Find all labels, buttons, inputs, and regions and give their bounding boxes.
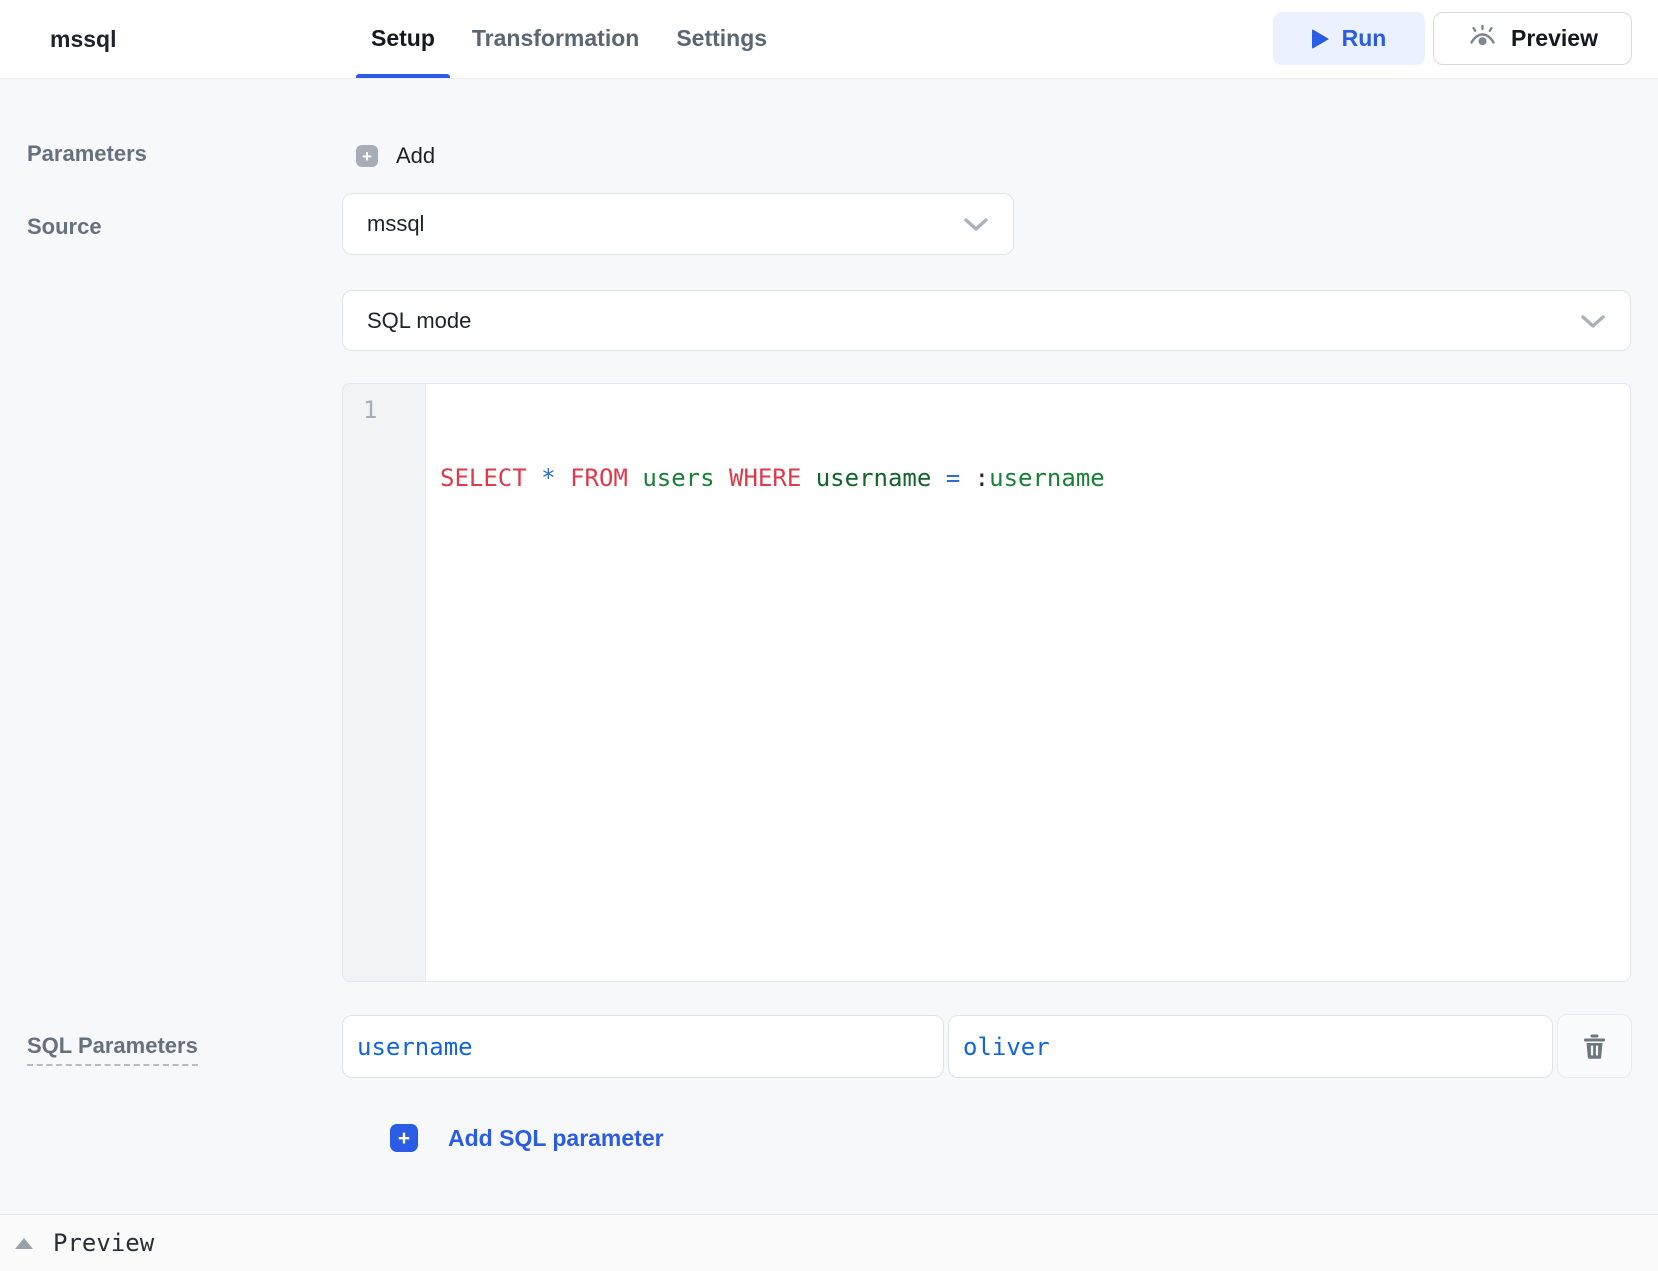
- run-button[interactable]: Run: [1273, 12, 1425, 65]
- add-parameter-label: Add: [396, 143, 435, 169]
- plus-icon: +: [390, 1124, 418, 1152]
- header-actions: Run Preview: [1273, 12, 1632, 65]
- chevron-down-icon: [1580, 313, 1606, 329]
- query-title: mssql: [50, 0, 116, 78]
- code-line: SELECT * FROM users WHERE username = :us…: [440, 461, 1630, 495]
- run-button-label: Run: [1342, 25, 1387, 52]
- tab-settings[interactable]: Settings: [661, 0, 782, 78]
- editor-gutter: 1: [343, 384, 426, 981]
- add-parameter-button[interactable]: + Add: [356, 143, 435, 169]
- code-area[interactable]: SELECT * FROM users WHERE username = :us…: [426, 384, 1630, 981]
- sql-mode-select-value: SQL mode: [367, 308, 471, 334]
- source-select[interactable]: mssql: [342, 193, 1014, 255]
- collapse-triangle-icon: [15, 1238, 33, 1249]
- source-label: Source: [27, 214, 102, 240]
- add-sql-parameter-label: Add SQL parameter: [448, 1125, 664, 1152]
- play-icon: [1312, 29, 1329, 49]
- header: mssql Setup Transformation Settings Run …: [0, 0, 1658, 79]
- sql-param-value-input[interactable]: [948, 1015, 1553, 1078]
- eye-icon: [1467, 23, 1498, 54]
- delete-sql-param-button[interactable]: [1557, 1014, 1632, 1078]
- preview-button[interactable]: Preview: [1433, 12, 1632, 65]
- source-select-value: mssql: [367, 211, 424, 237]
- tab-setup[interactable]: Setup: [356, 0, 450, 78]
- sql-code-editor[interactable]: 1 SELECT * FROM users WHERE username = :…: [342, 383, 1631, 982]
- preview-panel-header: Preview: [0, 1214, 1658, 1271]
- plus-icon: +: [356, 145, 378, 167]
- trash-icon: [1581, 1032, 1608, 1061]
- preview-panel-toggle[interactable]: Preview: [15, 1215, 154, 1271]
- tab-transformation[interactable]: Transformation: [457, 0, 654, 78]
- chevron-down-icon: [963, 216, 989, 232]
- preview-panel-label: Preview: [53, 1229, 154, 1257]
- sql-mode-select[interactable]: SQL mode: [342, 290, 1631, 351]
- preview-button-label: Preview: [1511, 25, 1598, 52]
- line-number: 1: [363, 393, 425, 427]
- tab-bar: Setup Transformation Settings: [356, 0, 782, 78]
- add-sql-parameter-button[interactable]: + Add SQL parameter: [390, 1124, 664, 1152]
- sql-param-name-input[interactable]: [342, 1015, 944, 1078]
- parameters-label: Parameters: [27, 141, 147, 167]
- sql-parameters-label: SQL Parameters: [27, 1033, 198, 1066]
